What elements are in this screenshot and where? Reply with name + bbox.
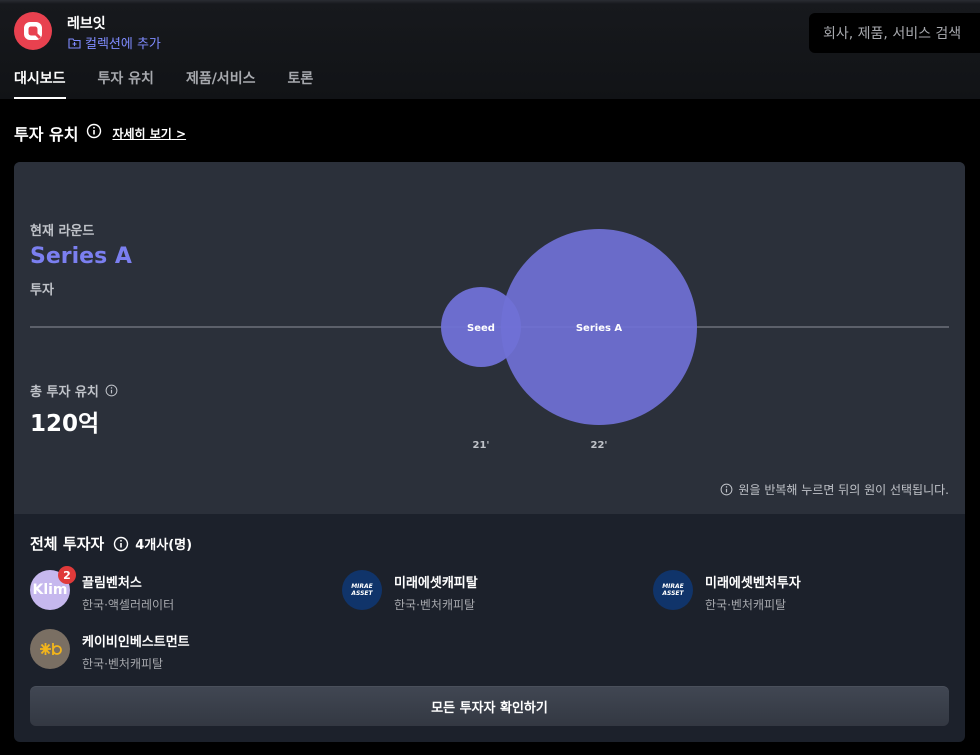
folder-plus-icon — [68, 37, 81, 49]
view-all-investors-button[interactable]: 모든 투자자 확인하기 — [30, 686, 949, 726]
notification-badge: 2 — [58, 566, 76, 584]
add-to-collection-link[interactable]: 컬렉션에 추가 — [68, 33, 161, 52]
tab-products[interactable]: 제품/서비스 — [186, 68, 256, 99]
chart-hint-text: 원을 반복해 누르면 뒤의 원이 선택됩니다. — [738, 483, 949, 497]
tab-dashboard[interactable]: 대시보드 — [14, 68, 66, 99]
see-details-label: 자세히 보기 — [112, 126, 172, 141]
investor-name: 끌림벤처스 — [82, 576, 142, 591]
funding-section-header: 투자 유치 자세히 보기 > — [14, 121, 186, 145]
investor-avatar: MIRAE ASSET — [653, 570, 693, 610]
investors-title: 전체 투자자 — [30, 535, 105, 553]
investor-item[interactable]: Klim 2 끌림벤처스 한국·액셀러레이터 — [30, 566, 175, 613]
info-icon — [721, 483, 733, 496]
investor-description: 한국·벤처캐피탈 — [394, 598, 476, 612]
kb-logo-icon — [40, 643, 62, 655]
investor-avatar: Klim 2 — [30, 566, 76, 610]
tab-funding[interactable]: 투자 유치 — [98, 68, 154, 99]
top-header: 레브잇 컬렉션에 추가 회사, 제품, 서비스 검색 대시보드 투자 유치 제품… — [0, 0, 980, 99]
investor-avatar: MIRAE ASSET — [342, 570, 382, 610]
funding-bubble-chart: Seed Series A 21' 22' — [30, 229, 949, 451]
section-title: 투자 유치 — [14, 125, 79, 144]
company-name: 레브잇 — [67, 16, 106, 32]
search-input[interactable]: 회사, 제품, 서비스 검색 — [809, 13, 980, 53]
investors-count: 4개사(명) — [135, 538, 193, 553]
funding-overview: 현재 라운드 Series A 투자 총 투자 유치 120억 Seed Ser… — [14, 162, 965, 514]
tab-discussion[interactable]: 토론 — [287, 68, 313, 99]
investor-avatar — [30, 629, 70, 669]
info-icon[interactable] — [113, 536, 129, 552]
investor-name: 미래에셋벤처투자 — [705, 576, 801, 591]
investor-item[interactable]: MIRAE ASSET 미래에셋캐피탈 한국·벤처캐피탈 — [342, 570, 478, 613]
investor-description: 한국·벤처캐피탈 — [705, 598, 787, 612]
investor-name: 미래에셋캐피탈 — [394, 576, 478, 591]
bubble-seed-label: Seed — [467, 323, 495, 334]
investor-item[interactable]: MIRAE ASSET 미래에셋벤처투자 한국·벤처캐피탈 — [653, 570, 801, 613]
investor-name: 케이비인베스트먼트 — [82, 635, 190, 650]
bubble-series-a-label: Series A — [576, 323, 623, 334]
year-label-seed: 21' — [473, 440, 490, 451]
tab-bar: 대시보드 투자 유치 제품/서비스 토론 — [14, 68, 345, 99]
see-details-link[interactable]: 자세히 보기 > — [112, 125, 186, 142]
year-label-series-a: 22' — [591, 440, 608, 451]
investors-header: 전체 투자자 4개사(명) — [30, 533, 192, 554]
chart-hint: 원을 반복해 누르면 뒤의 원이 선택됩니다. — [720, 481, 949, 498]
info-icon[interactable] — [86, 123, 102, 143]
investor-item[interactable]: 케이비인베스트먼트 한국·벤처캐피탈 — [30, 629, 190, 672]
investor-description: 한국·액셀러레이터 — [82, 598, 175, 612]
investor-logo-text: Klim — [32, 582, 68, 598]
search-placeholder: 회사, 제품, 서비스 검색 — [823, 26, 962, 42]
investor-description: 한국·벤처캐피탈 — [82, 657, 164, 671]
add-to-collection-label: 컬렉션에 추가 — [85, 37, 161, 52]
bubble-series-a[interactable]: Series A — [501, 229, 697, 425]
company-logo — [14, 12, 52, 50]
investor-logo-text: MIRAE ASSET — [351, 583, 373, 597]
funding-card: 현재 라운드 Series A 투자 총 투자 유치 120억 Seed Ser… — [14, 162, 965, 742]
investor-logo-text: MIRAE ASSET — [662, 583, 684, 597]
